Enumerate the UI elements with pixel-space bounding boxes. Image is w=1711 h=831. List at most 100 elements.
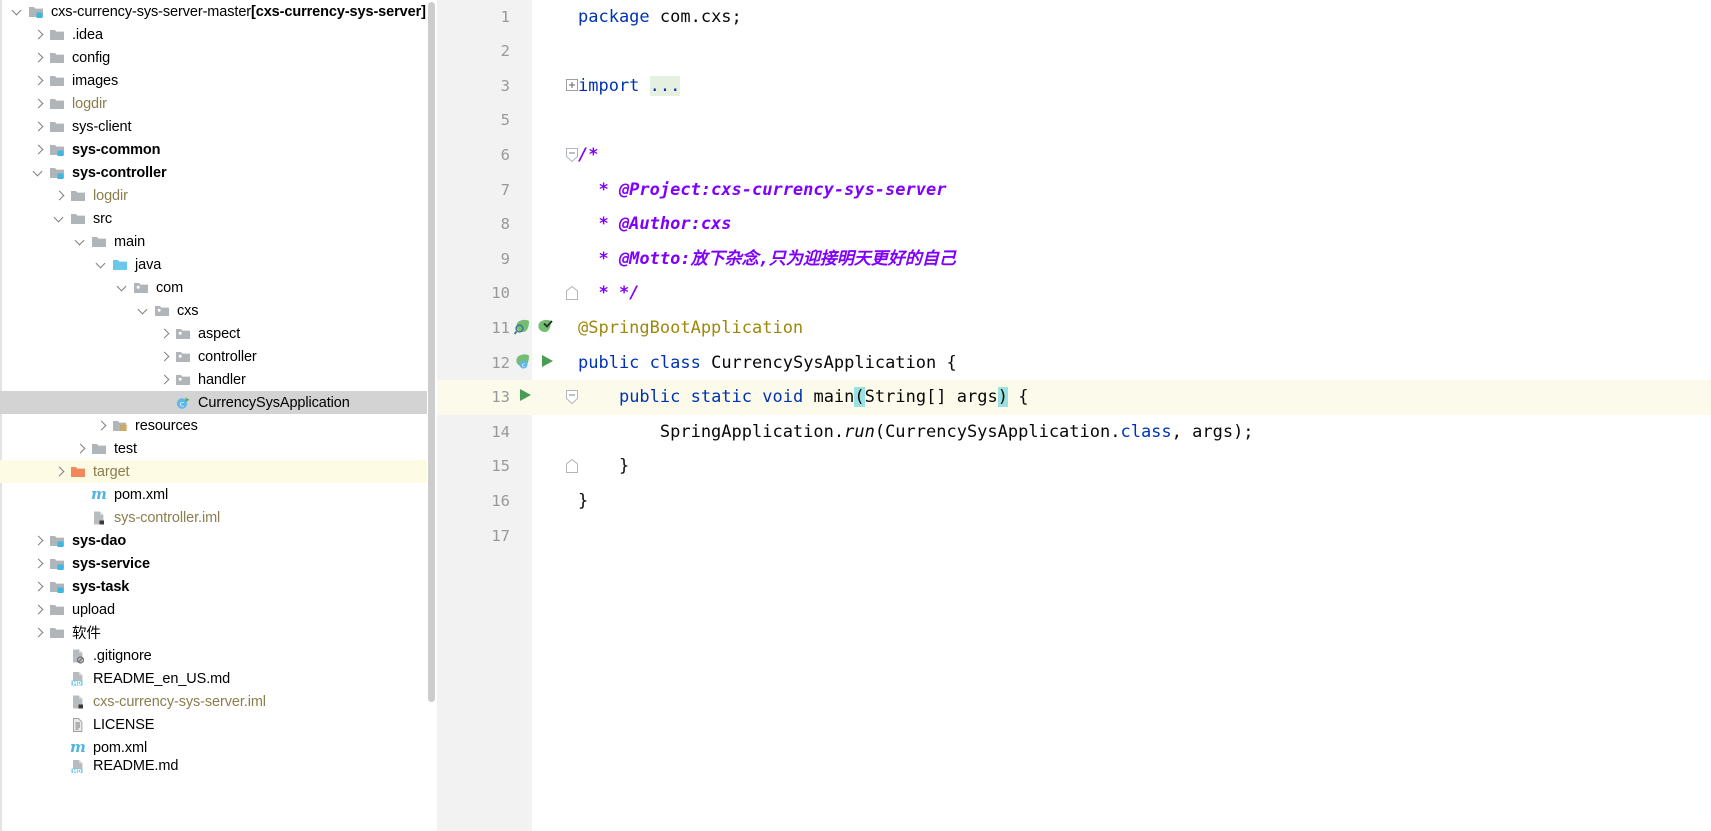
gutter-icons[interactable] (511, 311, 571, 346)
tree-row-sys-task[interactable]: sys-task (0, 575, 437, 598)
chevron-right-icon[interactable] (157, 322, 174, 345)
chevron-down-icon[interactable] (94, 253, 111, 276)
tree-row-readme_en_us.md[interactable]: MD README_en_US.md (0, 667, 437, 690)
editor-line-16[interactable]: 16} (437, 484, 1711, 519)
chevron-right-icon[interactable] (31, 23, 48, 46)
fold-end-icon[interactable] (566, 459, 578, 474)
run-method-icon[interactable] (517, 387, 533, 403)
tree-row-sys-common[interactable]: sys-common (0, 138, 437, 161)
tree-row-upload[interactable]: upload (0, 598, 437, 621)
code-text[interactable]: SpringApplication.run(CurrencySysApplica… (578, 415, 1254, 450)
chevron-right-icon[interactable] (157, 345, 174, 368)
tree-row-currencysysapplication[interactable]: C CurrencySysApplication (0, 391, 437, 414)
chevron-right-icon[interactable] (31, 115, 48, 138)
chevron-down-icon[interactable] (10, 0, 27, 23)
editor-line-2[interactable]: 2 (437, 34, 1711, 69)
chevron-down-icon[interactable] (31, 161, 48, 184)
tree-row-handler[interactable]: handler (0, 368, 437, 391)
tree-row-com[interactable]: com (0, 276, 437, 299)
chevron-right-icon[interactable] (31, 46, 48, 69)
code-editor[interactable]: 1 package com.cxs; 2 3 import ... 5 6 /* 7 * @Pr… (437, 0, 1711, 831)
spring-bean-icon[interactable]: c (513, 353, 531, 371)
code-text[interactable]: * */ (578, 276, 639, 311)
tree-row-controller[interactable]: controller (0, 345, 437, 368)
editor-line-3[interactable]: 3 import ... (437, 69, 1711, 104)
tree-row-sys-service[interactable]: sys-service (0, 552, 437, 575)
tree-row-main[interactable]: main (0, 230, 437, 253)
editor-line-13[interactable]: 13 public static void main(String[] args… (437, 380, 1711, 415)
tree-row-readme.md[interactable]: MD README.md (0, 759, 437, 773)
editor-line-9[interactable]: 9 * @Motto:放下杂念,只为迎接明天更好的自己 (437, 242, 1711, 277)
tree-row-pom.xml[interactable]: m pom.xml (0, 736, 437, 759)
editor-line-5[interactable]: 5 (437, 103, 1711, 138)
tree-vertical-scrollbar[interactable] (427, 0, 437, 831)
editor-line-12[interactable]: 12 c public class CurrencySysApplication { (437, 346, 1711, 381)
chevron-right-icon[interactable] (52, 184, 69, 207)
code-text[interactable]: /* (578, 138, 598, 173)
chevron-down-icon[interactable] (115, 276, 132, 299)
tree-row-test[interactable]: test (0, 437, 437, 460)
tree-row-logdir[interactable]: logdir (0, 92, 437, 115)
tree-row-license[interactable]: LICENSE (0, 713, 437, 736)
chevron-right-icon[interactable] (31, 529, 48, 552)
tree-row-resources[interactable]: resources (0, 414, 437, 437)
code-text[interactable]: * @Author:cxs (578, 207, 731, 242)
gutter-icons[interactable] (511, 380, 571, 415)
editor-line-7[interactable]: 7 * @Project:cxs-currency-sys-server (437, 173, 1711, 208)
tree-row-.gitignore[interactable]: .gitignore (0, 644, 437, 667)
tree-row-.idea[interactable]: .idea (0, 23, 437, 46)
tree-row-sys-controller[interactable]: sys-controller (0, 161, 437, 184)
tree-row-cxs[interactable]: cxs (0, 299, 437, 322)
chevron-down-icon[interactable] (136, 299, 153, 322)
code-text[interactable]: package com.cxs; (578, 0, 742, 34)
gutter-icons[interactable]: c (511, 346, 571, 381)
tree-row-pom.xml[interactable]: m pom.xml (0, 483, 437, 506)
code-text[interactable]: * @Motto:放下杂念,只为迎接明天更好的自己 (578, 242, 955, 277)
tree-row-logdir[interactable]: logdir (0, 184, 437, 207)
editor-line-6[interactable]: 6 /* (437, 138, 1711, 173)
tree-row-sys-dao[interactable]: sys-dao (0, 529, 437, 552)
tree-row-src[interactable]: src (0, 207, 437, 230)
fold-plus-icon[interactable] (566, 78, 578, 91)
editor-line-15[interactable]: 15 } (437, 449, 1711, 484)
chevron-down-icon[interactable] (73, 230, 90, 253)
code-text[interactable]: public class CurrencySysApplication { (578, 346, 957, 381)
code-text[interactable]: * @Project:cxs-currency-sys-server (578, 173, 946, 208)
chevron-right-icon[interactable] (157, 368, 174, 391)
editor-line-10[interactable]: 10 * */ (437, 276, 1711, 311)
code-text[interactable]: public static void main(String[] args) { (578, 380, 1028, 415)
project-tree-panel[interactable]: cxs-currency-sys-server-master [cxs-curr… (0, 0, 437, 831)
tree-row-target[interactable]: target (0, 460, 437, 483)
fold-start-icon[interactable] (566, 147, 578, 162)
tree-row-sys-controller.iml[interactable]: sys-controller.iml (0, 506, 437, 529)
editor-line-17[interactable]: 17 (437, 519, 1711, 554)
chevron-right-icon[interactable] (94, 414, 111, 437)
project-tree[interactable]: cxs-currency-sys-server-master [cxs-curr… (0, 0, 437, 773)
chevron-right-icon[interactable] (31, 69, 48, 92)
chevron-right-icon[interactable] (31, 92, 48, 115)
spring-bean-check-icon[interactable] (535, 318, 553, 336)
run-class-icon[interactable] (539, 353, 555, 369)
code-text[interactable]: } (578, 449, 629, 484)
code-text[interactable]: @SpringBootApplication (578, 311, 803, 346)
editor-line-11[interactable]: 11 @SpringBootApplication (437, 311, 1711, 346)
fold-end-icon[interactable] (566, 286, 578, 301)
chevron-right-icon[interactable] (31, 621, 48, 644)
tree-row-item-27[interactable]: 软件 (0, 621, 437, 644)
chevron-right-icon[interactable] (31, 598, 48, 621)
chevron-right-icon[interactable] (31, 552, 48, 575)
editor-line-8[interactable]: 8 * @Author:cxs (437, 207, 1711, 242)
code-text[interactable]: import ... (578, 69, 681, 104)
chevron-right-icon[interactable] (31, 575, 48, 598)
tree-row-cxs-currency-sys-server-master[interactable]: cxs-currency-sys-server-master [cxs-curr… (0, 0, 437, 23)
editor-line-1[interactable]: 1 package com.cxs; (437, 0, 1711, 34)
tree-row-java[interactable]: java (0, 253, 437, 276)
tree-scrollbar-thumb[interactable] (428, 2, 435, 702)
tree-row-config[interactable]: config (0, 46, 437, 69)
code-text[interactable]: } (578, 484, 588, 519)
tree-row-cxs-currency-sys-server.iml[interactable]: cxs-currency-sys-server.iml (0, 690, 437, 713)
tree-row-aspect[interactable]: aspect (0, 322, 437, 345)
spring-bean-search-icon[interactable] (513, 318, 531, 336)
chevron-right-icon[interactable] (73, 437, 90, 460)
editor-line-14[interactable]: 14 SpringApplication.run(CurrencySysAppl… (437, 415, 1711, 450)
